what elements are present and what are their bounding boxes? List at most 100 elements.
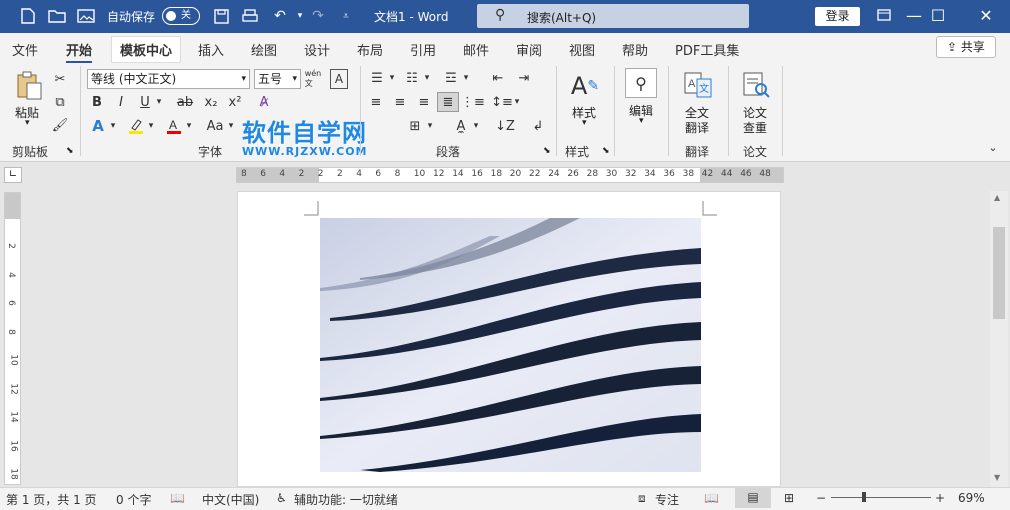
underline-icon[interactable]: U — [136, 93, 154, 111]
font-name-select[interactable]: 等线 (中文正文) ▾ — [87, 69, 250, 89]
text-effects-dropdown-icon[interactable]: ▾ — [108, 117, 118, 135]
horizontal-ruler[interactable]: 8 6 4 2 2 2 4 6 8 10 12 14 16 18 20 22 24 26 28 30 32 34 36 38 4… — [236, 167, 784, 183]
open-folder-icon[interactable] — [47, 6, 67, 26]
font-color-icon[interactable]: A — [164, 117, 184, 135]
vertical-scrollbar[interactable]: ▲ ▼ — [990, 191, 1008, 487]
chinese-layout-dropdown-icon[interactable]: ▾ — [471, 117, 481, 135]
zoom-in-icon[interactable]: + — [935, 491, 945, 505]
login-button[interactable]: 登录 — [815, 7, 860, 26]
translate-icon[interactable]: A文 — [682, 70, 714, 100]
multilevel-dropdown-icon[interactable]: ▾ — [461, 69, 471, 87]
save-icon[interactable] — [211, 6, 231, 26]
chinese-layout-icon[interactable]: A̼ — [451, 117, 471, 135]
sort-icon[interactable]: ↓Z — [495, 117, 515, 135]
bold-icon[interactable]: B — [88, 93, 106, 111]
phonetic-guide-icon[interactable]: wén 文 — [304, 69, 322, 89]
tab-file[interactable]: 文件 — [12, 40, 38, 59]
read-mode-icon[interactable]: 📖 — [704, 491, 719, 505]
vertical-ruler[interactable]: 2 4 6 8 10 12 14 16 18 — [4, 192, 21, 485]
font-color-dropdown-icon[interactable]: ▾ — [184, 117, 194, 135]
status-page[interactable]: 第 1 页，共 1 页 — [6, 491, 97, 508]
tab-insert[interactable]: 插入 — [198, 40, 224, 59]
scroll-down-icon[interactable]: ▼ — [994, 473, 1000, 482]
status-focus[interactable]: 专注 — [655, 491, 679, 508]
share-button[interactable]: ⇪ 共享 — [936, 36, 996, 58]
bullets-icon[interactable]: ☰ — [367, 69, 387, 87]
status-words[interactable]: 0 个字 — [116, 491, 151, 508]
new-doc-icon[interactable] — [18, 6, 38, 26]
show-marks-icon[interactable]: ↲ — [528, 117, 548, 135]
tab-review[interactable]: 审阅 — [516, 40, 542, 59]
undo-dropdown-icon[interactable]: ▾ — [290, 6, 310, 26]
strikethrough-icon[interactable]: ab — [175, 93, 195, 111]
edit-search-icon[interactable]: ⚲ — [625, 68, 657, 98]
paste-icon[interactable] — [14, 70, 44, 102]
status-language[interactable]: 中文(中国) — [202, 491, 259, 508]
proofing-icon[interactable]: 📖 — [170, 491, 185, 505]
translate-label-2[interactable]: 翻译 — [685, 119, 709, 136]
tab-home[interactable]: 开始 — [66, 40, 93, 64]
accessibility-icon[interactable]: ♿ — [276, 491, 287, 505]
underline-dropdown-icon[interactable]: ▾ — [154, 93, 164, 111]
tab-view[interactable]: 视图 — [569, 40, 595, 59]
collapse-ribbon-icon[interactable]: ⌄ — [985, 140, 1001, 154]
tab-references[interactable]: 引用 — [410, 40, 436, 59]
status-accessibility[interactable]: 辅助功能: 一切就绪 — [294, 491, 398, 508]
styles-launcher-icon[interactable]: ⬊ — [602, 146, 610, 156]
change-case-dropdown-icon[interactable]: ▾ — [226, 117, 236, 135]
tab-layout[interactable]: 布局 — [357, 40, 383, 59]
line-spacing-icon[interactable]: ↕≡ — [491, 93, 513, 111]
copy-icon[interactable]: ⧉ — [51, 93, 69, 111]
cut-icon[interactable]: ✂ — [51, 70, 69, 88]
tab-mailings[interactable]: 邮件 — [463, 40, 489, 59]
customize-toolbar-icon[interactable]: ⩡ — [336, 6, 356, 26]
zoom-out-icon[interactable]: − — [816, 491, 826, 505]
clipboard-launcher-icon[interactable]: ⬊ — [66, 146, 74, 156]
search-box[interactable]: ⚲ 搜索(Alt+Q) — [477, 4, 749, 28]
print-layout-icon[interactable]: ▤ — [735, 488, 771, 508]
focus-icon[interactable]: ⧈ — [638, 491, 646, 506]
tab-help[interactable]: 帮助 — [622, 40, 648, 59]
thesis-check-icon[interactable] — [740, 70, 772, 100]
highlight-icon[interactable] — [126, 117, 146, 135]
align-center-icon[interactable]: ≡ — [390, 93, 410, 111]
subscript-icon[interactable]: x₂ — [202, 93, 220, 111]
edit-dropdown-icon[interactable]: ▾ — [639, 116, 644, 126]
align-right-icon[interactable]: ≡ — [414, 93, 434, 111]
numbering-dropdown-icon[interactable]: ▾ — [422, 69, 432, 87]
zoom-slider-thumb[interactable] — [862, 492, 866, 502]
tab-pdf-tools[interactable]: PDF工具集 — [675, 40, 739, 59]
bullets-dropdown-icon[interactable]: ▾ — [387, 69, 397, 87]
autosave-toggle[interactable]: 关 — [162, 7, 200, 25]
zoom-track[interactable] — [831, 497, 931, 498]
scroll-thumb[interactable] — [993, 227, 1005, 319]
line-spacing-dropdown-icon[interactable]: ▾ — [512, 93, 522, 111]
scroll-up-icon[interactable]: ▲ — [994, 193, 1000, 202]
format-painter-icon[interactable]: 🖌 — [51, 116, 69, 134]
image-icon[interactable] — [76, 6, 96, 26]
undo-icon[interactable]: ↶ — [270, 6, 290, 26]
superscript-icon[interactable]: x² — [226, 93, 244, 111]
print-preview-icon[interactable] — [240, 6, 260, 26]
paragraph-launcher-icon[interactable]: ⬊ — [543, 146, 551, 156]
distributed-icon[interactable]: ⋮≡ — [461, 93, 485, 111]
status-zoom[interactable]: 69% — [958, 491, 985, 505]
increase-indent-icon[interactable]: ⇥ — [514, 69, 534, 87]
paste-dropdown-icon[interactable]: ▾ — [25, 118, 30, 128]
inserted-image[interactable] — [320, 218, 701, 472]
font-size-select[interactable]: 五号 ▾ — [254, 69, 301, 89]
clear-formatting-icon[interactable]: A̷ — [254, 93, 274, 111]
ribbon-display-icon[interactable] — [873, 5, 895, 27]
maximize-icon[interactable]: ☐ — [927, 5, 949, 27]
styles-dropdown-icon[interactable]: ▾ — [582, 118, 587, 128]
styles-icon[interactable]: A ✎ — [568, 70, 602, 102]
highlight-dropdown-icon[interactable]: ▾ — [146, 117, 156, 135]
change-case-icon[interactable]: Aa — [204, 117, 226, 135]
borders-icon[interactable]: ⊞ — [405, 117, 425, 135]
tab-selector[interactable]: ∟ — [4, 167, 22, 183]
tab-design[interactable]: 设计 — [304, 40, 330, 59]
tab-draw[interactable]: 绘图 — [251, 40, 277, 59]
web-layout-icon[interactable]: ⊞ — [784, 491, 794, 505]
close-icon[interactable]: ✕ — [975, 5, 997, 27]
decrease-indent-icon[interactable]: ⇤ — [488, 69, 508, 87]
